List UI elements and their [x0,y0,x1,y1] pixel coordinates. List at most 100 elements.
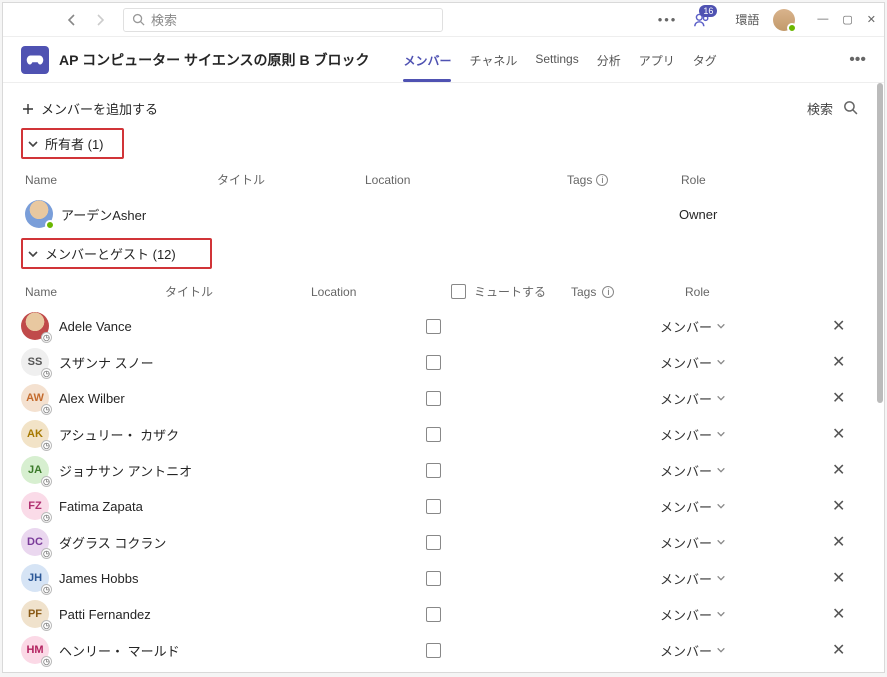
role-value: メンバー [660,497,712,516]
mute-checkbox[interactable] [426,607,441,622]
member-row: DC◷ダグラス コクランメンバー✕ [21,524,858,560]
col-role: Role [681,173,858,187]
chevron-down-icon [716,463,726,478]
team-header: AP コンピューター サイエンスの原則 B ブロック メンバー チャネル Set… [3,37,884,83]
member-name: スザンナ スノー [59,353,154,372]
title-bar: 検索 ••• 16 環語 — ▢ ✕ [3,3,884,37]
tab-apps[interactable]: アプリ [639,38,675,81]
role-dropdown[interactable]: メンバー [660,425,726,444]
role-value: メンバー [660,389,712,408]
presence-away-icon: ◷ [41,332,52,343]
role-dropdown[interactable]: メンバー [660,569,726,588]
presence-away-icon: ◷ [41,548,52,559]
role-dropdown[interactable]: メンバー [660,641,726,660]
mute-checkbox[interactable] [426,355,441,370]
chevron-right-icon [94,14,106,26]
owner-row: アーデンAsher Owner [21,196,858,238]
window-minimize-button[interactable]: — [817,13,828,26]
col-tags: Tags i [567,173,681,187]
remove-member-button[interactable]: ✕ [832,460,858,480]
presence-away-icon: ◷ [41,476,52,487]
chevron-down-icon [716,643,726,658]
mute-checkbox[interactable] [426,463,441,478]
role-dropdown[interactable]: メンバー [660,353,726,372]
member-name: ヘンリー・ マールド [59,641,180,660]
add-member-button[interactable]: メンバーを追加する [21,99,158,118]
remove-member-button[interactable]: ✕ [832,352,858,372]
avatar: AK◷ [21,420,49,448]
member-name: アシュリー・ カザク [59,425,179,444]
plus-icon [21,102,35,116]
mute-checkbox[interactable] [426,319,441,334]
mute-checkbox[interactable] [426,571,441,586]
chevron-down-icon [716,571,726,586]
remove-member-button[interactable]: ✕ [832,604,858,624]
remove-member-button[interactable]: ✕ [832,424,858,444]
window-controls: — ▢ ✕ [817,13,876,26]
remove-member-button[interactable]: ✕ [832,388,858,408]
tab-channels[interactable]: チャネル [469,38,517,81]
global-search-input[interactable]: 検索 [123,8,443,32]
tab-members[interactable]: メンバー [403,38,451,81]
chevron-down-icon [716,499,726,514]
vertical-scrollbar[interactable] [876,83,884,672]
remove-member-button[interactable]: ✕ [832,568,858,588]
game-controller-icon [26,54,44,66]
mute-checkbox[interactable] [426,535,441,550]
titlebar-more-button[interactable]: ••• [658,12,678,27]
language-label[interactable]: 環語 [735,11,759,28]
avatar: JA◷ [21,456,49,484]
presence-away-icon: ◷ [41,440,52,451]
role-dropdown[interactable]: メンバー [660,533,726,552]
role-value: メンバー [660,605,712,624]
mute-checkbox[interactable] [426,499,441,514]
owners-section-toggle[interactable]: 所有者 (1) [21,128,124,159]
nav-arrows [61,9,111,31]
member-column-headers: Name タイトル Location ミュートする Tags i Role [21,277,858,308]
role-dropdown[interactable]: メンバー [660,605,726,624]
team-more-button[interactable]: ••• [849,51,866,69]
tab-tags[interactable]: タグ [693,38,717,81]
col-name: Name [25,173,217,187]
nav-forward-button[interactable] [89,9,111,31]
members-search-button[interactable] [843,100,858,118]
col-name: Name [25,285,165,299]
role-dropdown[interactable]: メンバー [660,317,726,336]
chevron-down-icon [27,138,39,150]
tab-settings[interactable]: Settings [535,38,578,81]
owners-section-label: 所有者 (1) [45,134,104,153]
member-name: James Hobbs [59,571,138,586]
activity-button[interactable]: 16 [689,7,715,33]
nav-back-button[interactable] [61,9,83,31]
member-row: HM◷ヘンリー・ マールドメンバー✕ [21,632,858,668]
col-tags: Tags i [571,285,685,299]
tab-analytics[interactable]: 分析 [597,38,621,81]
role-value: メンバー [660,641,712,660]
avatar: PF◷ [21,600,49,628]
scrollbar-thumb[interactable] [877,83,883,403]
role-dropdown[interactable]: メンバー [660,389,726,408]
mute-all-checkbox[interactable] [451,284,466,299]
window-maximize-button[interactable]: ▢ [842,13,852,26]
owner-name: アーデンAsher [61,205,146,224]
mute-checkbox[interactable] [426,427,441,442]
mute-checkbox[interactable] [426,391,441,406]
role-dropdown[interactable]: メンバー [660,461,726,480]
user-avatar[interactable] [773,9,795,31]
info-icon[interactable]: i [602,286,614,298]
member-row: JA◷ジョナサン アントニオメンバー✕ [21,452,858,488]
role-value: メンバー [660,569,712,588]
presence-available-icon [787,23,797,33]
member-name: ダグラス コクラン [59,533,166,552]
remove-member-button[interactable]: ✕ [832,496,858,516]
info-icon[interactable]: i [596,174,608,186]
col-title: タイトル [165,283,311,300]
role-dropdown[interactable]: メンバー [660,497,726,516]
mute-checkbox[interactable] [426,643,441,658]
remove-member-button[interactable]: ✕ [832,316,858,336]
remove-member-button[interactable]: ✕ [832,640,858,660]
window-close-button[interactable]: ✕ [867,13,876,26]
members-section-toggle[interactable]: メンバーとゲスト (12) [21,238,212,269]
avatar: FZ◷ [21,492,49,520]
remove-member-button[interactable]: ✕ [832,532,858,552]
